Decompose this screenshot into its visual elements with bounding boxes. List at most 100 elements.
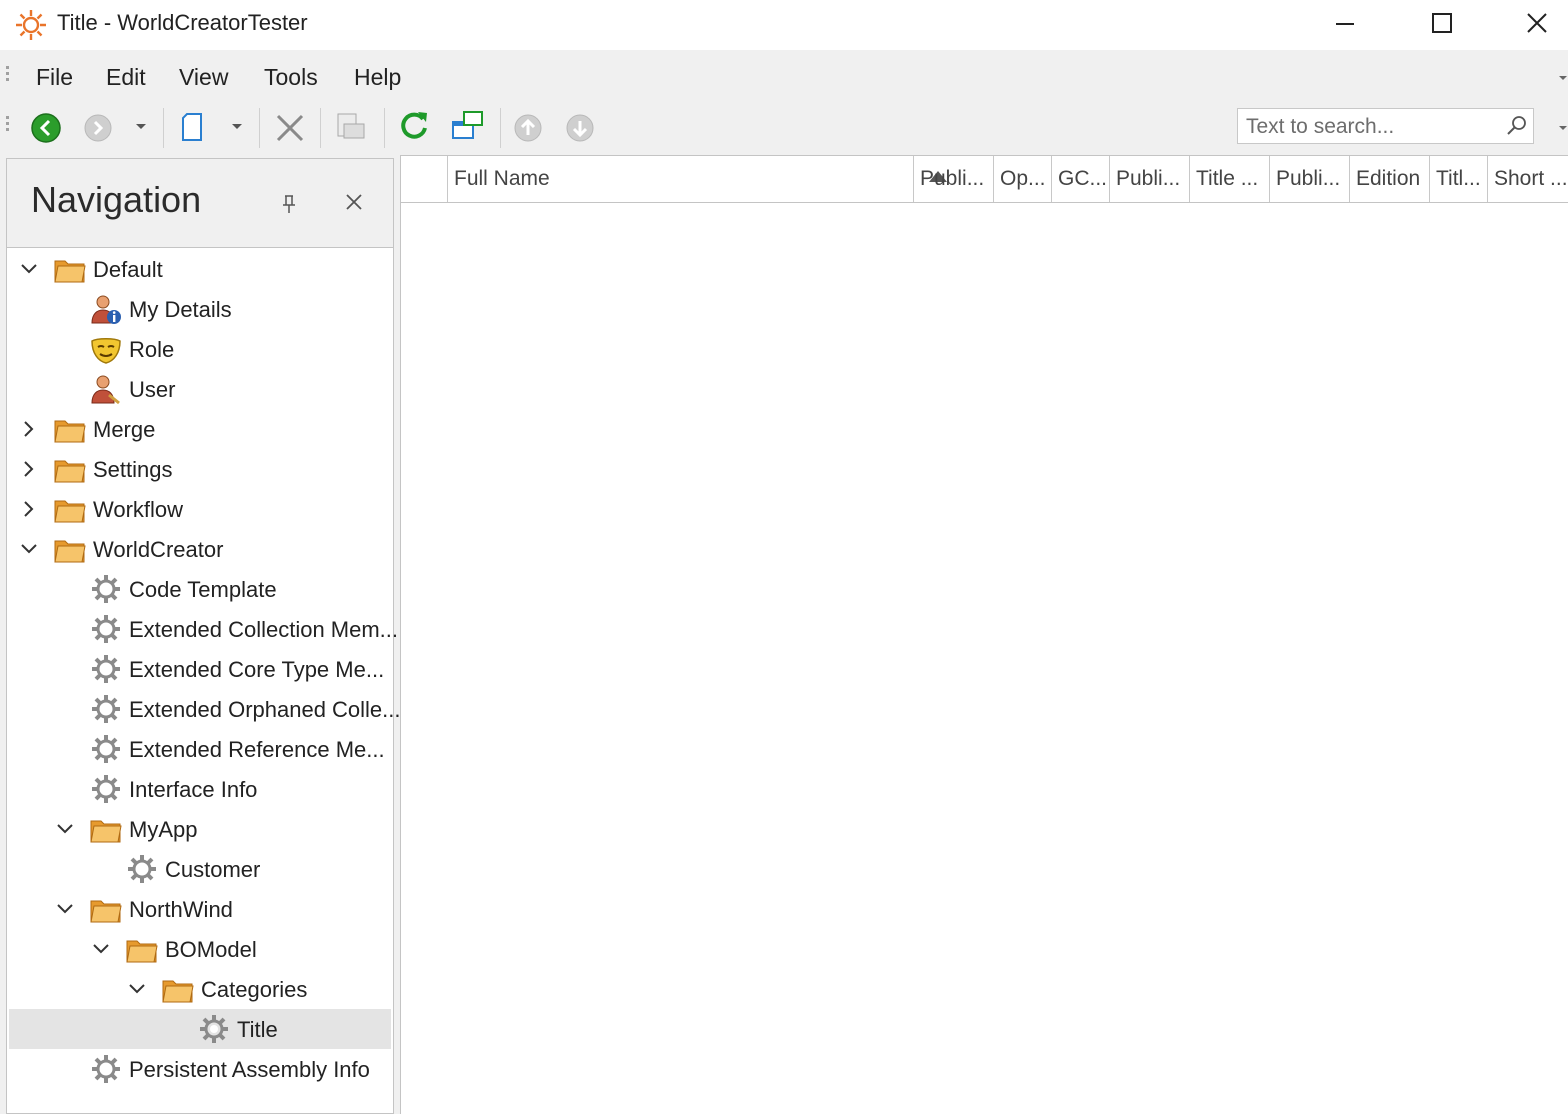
gear-icon [92,735,120,763]
tree-item-settings[interactable]: Settings [9,449,391,489]
column-header-full-name[interactable]: Full Name [447,156,947,202]
chevron-right-icon[interactable] [19,499,39,519]
menu-edit[interactable]: Edit [106,64,146,91]
menu-grip[interactable] [6,66,10,84]
toolbar-grip[interactable] [6,116,10,134]
menu-help[interactable]: Help [354,64,401,91]
column-header[interactable]: Publi... [1109,156,1189,202]
folder-icon [90,820,122,843]
close-icon [1527,13,1547,33]
tree-item-label: NorthWind [129,897,233,922]
back-arrow-icon[interactable] [30,112,62,144]
chevron-down-icon[interactable] [55,819,75,839]
tree-item-label: Persistent Assembly Info [129,1057,370,1082]
delete-icon[interactable] [274,112,306,144]
toolbar-separator [500,108,501,148]
tree-item-extended-orphaned-colle[interactable]: Extended Orphaned Colle... [9,689,401,729]
tree-item-code-template[interactable]: Code Template [9,569,391,609]
move-up-icon[interactable] [512,112,544,144]
forward-dropdown-icon[interactable] [134,122,148,132]
tree-item-label: WorldCreator [93,537,224,562]
gear-icon [92,575,120,603]
app-gear-icon [16,10,46,40]
tree-item-label: BOModel [165,937,257,962]
move-down-icon[interactable] [564,112,596,144]
search-input[interactable]: Text to search... [1237,108,1534,144]
tree-item-label: Categories [201,977,308,1002]
toolbar-separator [384,108,385,148]
tree-item-categories[interactable]: Categories [9,969,391,1009]
tree-item-label: Extended Reference Me... [129,737,385,762]
menu-view[interactable]: View [179,64,228,91]
column-header[interactable]: Titl... [1429,156,1487,202]
tree-item-label: Customer [165,857,261,882]
gear-icon [92,655,120,683]
tree-item-extended-core-type-me[interactable]: Extended Core Type Me... [9,649,391,689]
column-header[interactable]: Publi... [913,156,993,202]
menu-overflow-icon[interactable] [1558,74,1568,82]
folder-icon [54,420,86,443]
new-dropdown-icon[interactable] [230,122,244,132]
tree-item-extended-collection-mem[interactable]: Extended Collection Mem... [9,609,398,649]
tree-item-default[interactable]: Default [9,249,391,289]
folder-icon [126,940,158,963]
new-document-icon[interactable] [178,110,210,144]
tree-item-bomodel[interactable]: BOModel [9,929,391,969]
folder-icon [162,980,194,1003]
tree-item-interface-info[interactable]: Interface Info [9,769,391,809]
tree-item-label: Settings [93,457,173,482]
folder-icon [54,540,86,563]
tree-item-label: Merge [93,417,156,442]
minimize-button[interactable] [1297,0,1393,50]
user-icon [91,375,120,405]
menu-file[interactable]: File [36,64,73,91]
chevron-down-icon[interactable] [19,539,39,559]
gear-icon [200,1015,228,1043]
chevron-down-icon[interactable] [127,979,147,999]
chevron-down-icon[interactable] [55,899,75,919]
tree-item-label: Workflow [93,497,184,522]
tree-item-role[interactable]: Role [9,329,391,369]
tree-item-label: Extended Orphaned Colle... [129,697,401,722]
toolbar-overflow-icon[interactable] [1558,124,1568,132]
tree-item-northwind[interactable]: NorthWind [9,889,391,929]
tree-item-myapp[interactable]: MyApp [9,809,391,849]
tree-item-my-details[interactable]: My Details [9,289,391,329]
preview-icon[interactable] [334,110,370,144]
tree-item-title[interactable]: Title [9,1009,391,1049]
chevron-right-icon[interactable] [19,419,39,439]
window-switch-icon[interactable] [450,108,486,144]
pin-icon[interactable] [279,193,299,215]
navigation-title: Navigation [31,179,202,220]
gear-icon [92,1055,120,1083]
tree-item-persistent-assembly-info[interactable]: Persistent Assembly Info [9,1049,391,1089]
column-header[interactable]: Publi... [1269,156,1349,202]
search-placeholder: Text to search... [1246,115,1395,138]
close-window-button[interactable] [1472,0,1568,50]
close-panel-icon[interactable] [343,191,365,213]
tree-item-user[interactable]: User [9,369,391,409]
tree-item-merge[interactable]: Merge [9,409,391,449]
chevron-down-icon[interactable] [91,939,111,959]
tree-item-customer[interactable]: Customer [9,849,391,889]
navigation-header: Navigation [7,159,393,248]
list-view: Full Name Publi... Op... GC... Publi... … [400,155,1568,1114]
chevron-right-icon[interactable] [19,459,39,479]
forward-arrow-icon[interactable] [82,112,114,144]
column-header[interactable]: Edition [1349,156,1429,202]
tree-item-workflow[interactable]: Workflow [9,489,391,529]
chevron-down-icon[interactable] [19,259,39,279]
gear-icon [92,775,120,803]
search-icon[interactable] [1505,114,1529,138]
tree-item-label: My Details [129,297,232,322]
column-header[interactable]: Title ... [1189,156,1269,202]
tree-item-worldcreator[interactable]: WorldCreator [9,529,391,569]
tree-item-extended-reference-me[interactable]: Extended Reference Me... [9,729,391,769]
menu-tools[interactable]: Tools [264,64,318,91]
column-header[interactable]: Short ... [1487,156,1568,202]
toolbar: Text to search... [0,100,1568,154]
minimize-icon [1336,23,1354,25]
column-header[interactable]: GC... [1051,156,1109,202]
column-header[interactable]: Op... [993,156,1051,202]
refresh-icon[interactable] [396,108,432,144]
